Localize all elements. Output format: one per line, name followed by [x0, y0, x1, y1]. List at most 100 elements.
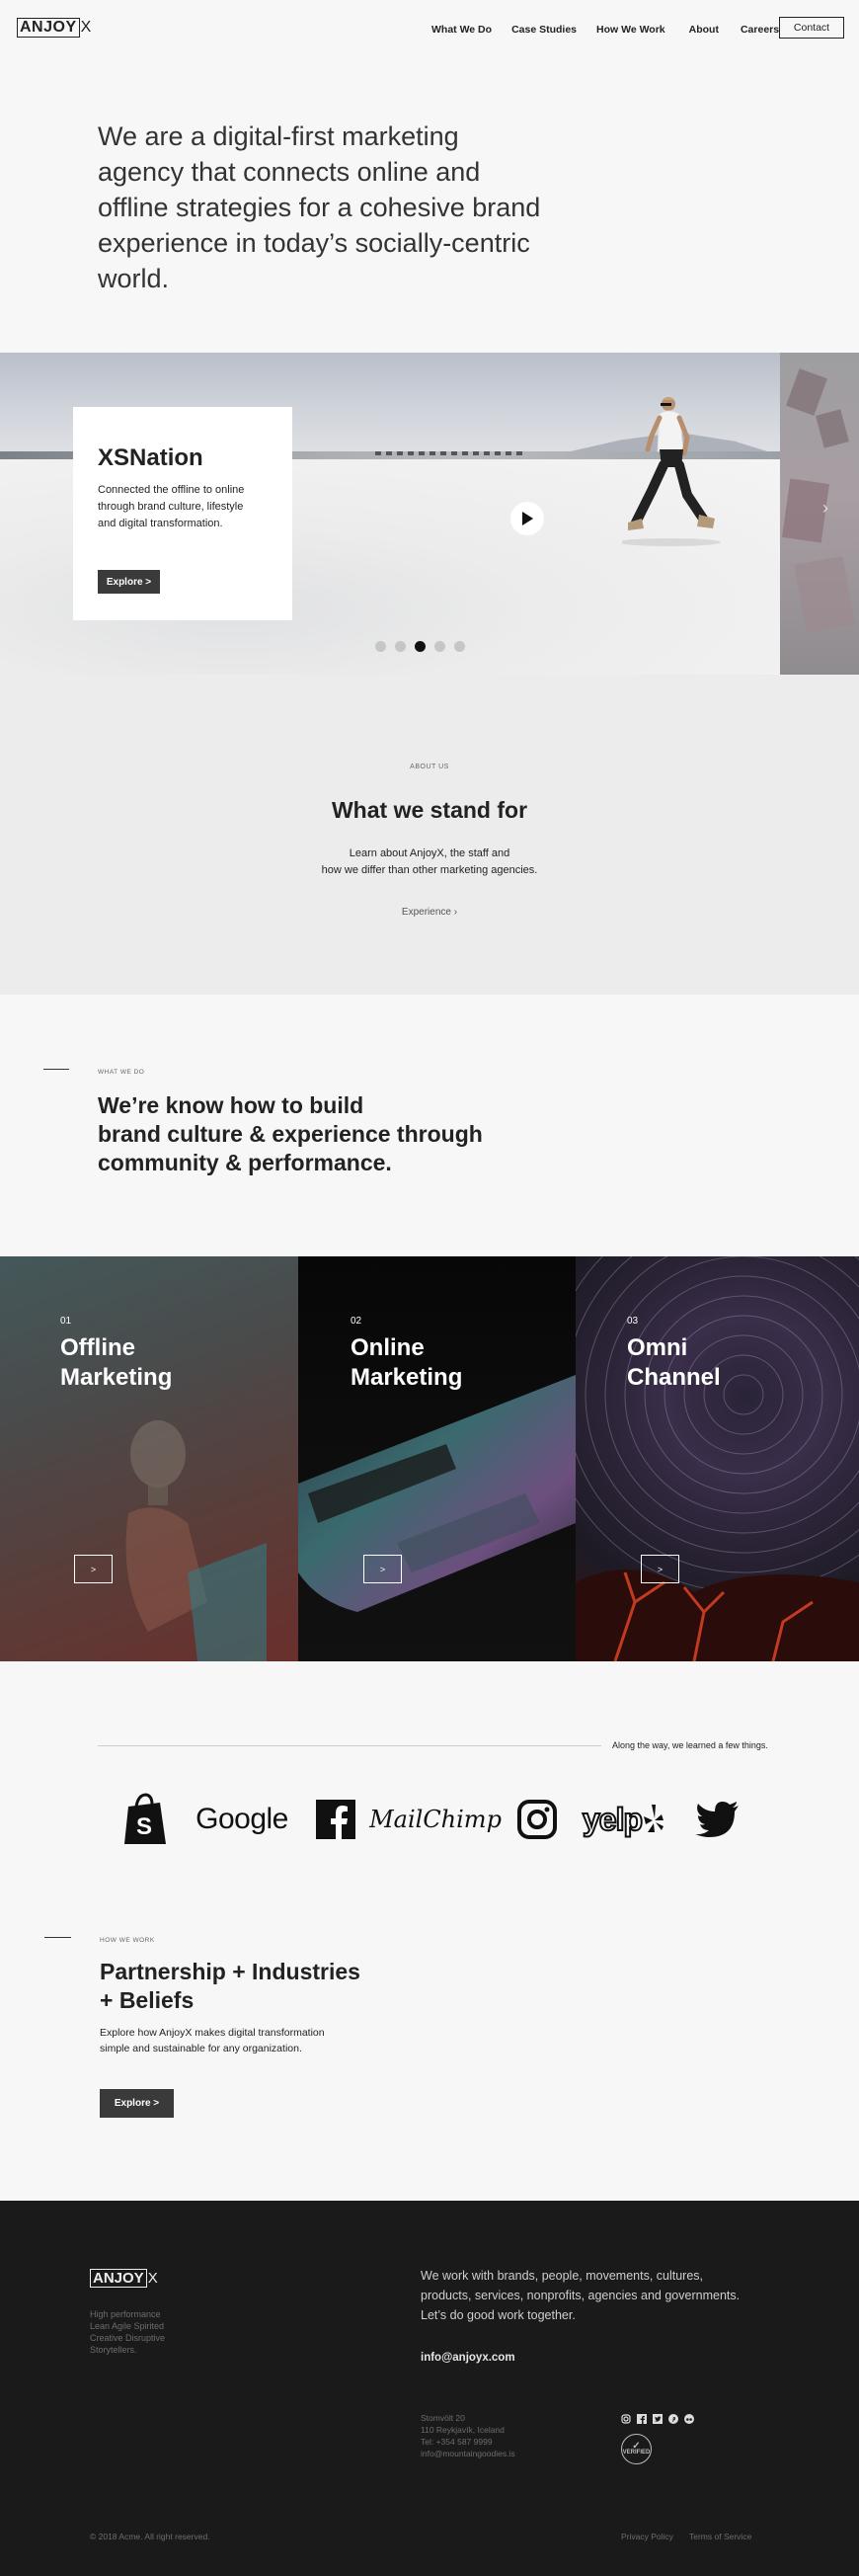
service-card-omni[interactable]: 03 Omni Channel > [576, 1256, 859, 1661]
address-line: Stomvölt 20 [421, 2413, 465, 2423]
site-header: ANJOY X What We Do Case Studies How We W… [0, 0, 859, 59]
how-we-work-explore-button[interactable]: Explore > [100, 2089, 174, 2118]
service-number: 01 [60, 1316, 72, 1327]
pinterest-icon[interactable] [668, 2414, 678, 2424]
footer-email-link[interactable]: info@anjoyx.com [421, 2352, 515, 2364]
about-description: Learn about AnjoyX, the staff and how we… [0, 845, 859, 879]
partners-section: Along the way, we learned a few things. … [0, 1661, 859, 1879]
facebook-icon [314, 1793, 357, 1846]
nav-case-studies[interactable]: Case Studies [511, 24, 577, 36]
service-title-line: Omni [627, 1334, 688, 1361]
service-number: 02 [351, 1316, 362, 1327]
play-icon [522, 512, 533, 525]
logo-wordmark: ANJOY [17, 18, 80, 38]
contact-button[interactable]: Contact [779, 17, 844, 39]
service-arrow-button[interactable]: > [363, 1555, 402, 1583]
logo-x-mark: X [80, 19, 92, 36]
play-video-button[interactable] [510, 502, 544, 535]
service-number: 03 [627, 1316, 639, 1327]
yelp-burst-icon [644, 1805, 664, 1832]
service-arrow-button[interactable]: > [74, 1555, 113, 1583]
mailchimp-logo: MailChimp [369, 1806, 502, 1833]
star-trails-image [576, 1256, 859, 1661]
address-line: Tel: +354 587 9999 [421, 2437, 493, 2447]
slider-dot[interactable] [375, 641, 386, 652]
instagram-icon[interactable] [621, 2414, 631, 2424]
title-line: community & performance. [98, 1150, 392, 1175]
service-title: Omni Channel [627, 1333, 721, 1393]
experience-link[interactable]: Experience › [0, 907, 859, 918]
service-title-line: Marketing [351, 1364, 463, 1391]
section-rule [43, 1069, 69, 1070]
twitter-icon [693, 1793, 741, 1846]
what-we-do-title: We’re know how to build brand culture & … [98, 1091, 512, 1177]
verified-badge: ✓ VERIFIED [621, 2434, 652, 2464]
slider-dot[interactable] [395, 641, 406, 652]
tagline-line: Storytellers. [90, 2345, 137, 2355]
slider-dot[interactable] [454, 641, 465, 652]
title-line: brand culture & experience through [98, 1121, 483, 1147]
how-we-work-description: Explore how AnjoyX makes digital transfo… [100, 2027, 325, 2054]
footer-logo-x-mark: X [147, 2270, 158, 2287]
terms-of-service-link[interactable]: Terms of Service [689, 2532, 751, 2541]
badge-text: VERIFIED [622, 2449, 651, 2455]
title-line: We’re know how to build [98, 1092, 364, 1118]
badge-check-icon: ✓ [632, 2440, 641, 2452]
partners-divider [98, 1745, 601, 1746]
footer-pitch: We work with brands, people, movements, … [421, 2269, 741, 2322]
nav-what-we-do[interactable]: What We Do [431, 24, 492, 36]
services-grid: 01 Offline Marketing > 02 Online Marketi… [0, 1256, 859, 1661]
service-title-line: Offline [60, 1334, 135, 1361]
privacy-policy-link[interactable]: Privacy Policy [621, 2532, 673, 2541]
service-title-line: Channel [627, 1364, 721, 1391]
hero-man-image [622, 397, 721, 546]
nav-how-we-work[interactable]: How We Work [596, 24, 665, 36]
slider-dot[interactable] [434, 641, 445, 652]
title-line: Partnership + Industries [100, 1959, 360, 1984]
hero-case-card: XSNation Connected the offline to online… [73, 407, 292, 620]
how-we-work-eyebrow: HOW WE WORK [100, 1937, 155, 1944]
google-logo: Google [195, 1803, 288, 1835]
slider-dot[interactable] [415, 641, 426, 652]
tagline-line: High performance [90, 2309, 161, 2319]
lightbulb-hand-image [125, 1420, 267, 1661]
how-we-work-title: Partnership + Industries + Beliefs [100, 1958, 416, 2015]
what-we-do-section: WHAT WE DO We’re know how to build brand… [0, 995, 859, 1256]
slider-next-arrow[interactable]: › [822, 498, 828, 519]
hero-title: XSNation [98, 444, 203, 471]
service-card-offline[interactable]: 01 Offline Marketing > [0, 1256, 298, 1661]
hero-vehicles [375, 451, 523, 455]
hero-slider: XSNation Connected the offline to online… [0, 353, 859, 675]
slider-dots [375, 641, 465, 652]
footer-tagline: High performance Lean Agile Spirited Cre… [90, 2308, 165, 2356]
hero-explore-button[interactable]: Explore > [98, 570, 160, 594]
service-arrow-button[interactable]: > [641, 1555, 679, 1583]
about-title: What we stand for [331, 797, 528, 823]
about-description-line: how we differ than other marketing agenc… [321, 864, 538, 876]
service-card-online[interactable]: 02 Online Marketing > [298, 1256, 576, 1661]
service-title-line: Marketing [60, 1364, 173, 1391]
footer-copyright: © 2018 Acme. All right reserved. [90, 2532, 210, 2541]
about-section: ABOUT US What we stand for Learn about A… [0, 675, 859, 995]
site-footer: ANJOY X High performance Lean Agile Spir… [0, 2201, 859, 2576]
footer-address: Stomvölt 20 110 Reykjavík, Iceland Tel: … [421, 2412, 515, 2459]
section-rule [44, 1937, 71, 1938]
laptop-image [298, 1375, 576, 1612]
hero-description: Connected the offline to online through … [98, 484, 245, 529]
about-eyebrow: ABOUT US [410, 764, 449, 770]
nav-careers[interactable]: Careers [741, 24, 779, 36]
service-title: Offline Marketing [60, 1333, 172, 1393]
nav-about[interactable]: About [689, 24, 719, 36]
footer-logo[interactable]: ANJOY X [90, 2269, 158, 2288]
tagline-line: Lean Agile Spirited [90, 2321, 165, 2331]
tagline-line: Creative Disruptive [90, 2333, 166, 2343]
facebook-icon[interactable] [637, 2414, 647, 2424]
instagram-icon [515, 1793, 559, 1846]
service-title: Online Marketing [351, 1333, 462, 1393]
tripadvisor-icon[interactable] [684, 2414, 694, 2424]
main-nav: What We Do Case Studies How We Work Abou… [431, 24, 779, 36]
footer-logo-wordmark: ANJOY [90, 2269, 147, 2288]
site-logo[interactable]: ANJOY X [17, 18, 92, 38]
twitter-icon[interactable] [653, 2414, 663, 2424]
yelp-logo: yelp [577, 1793, 671, 1846]
